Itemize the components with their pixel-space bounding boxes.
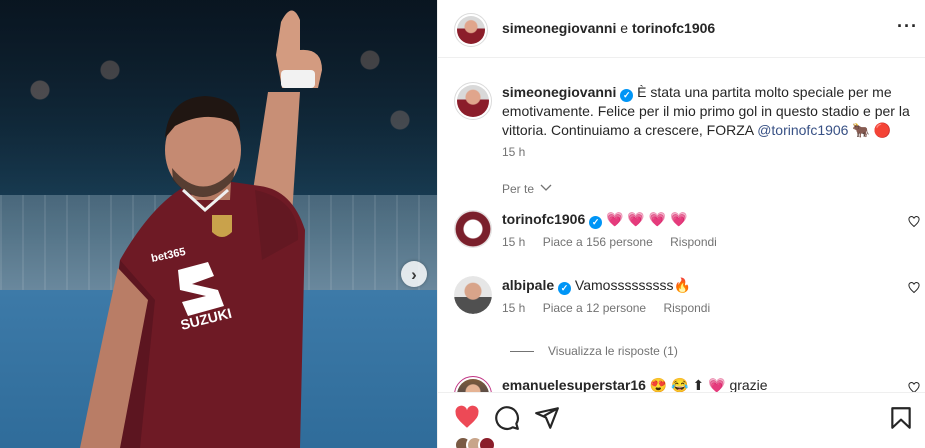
comment-likes[interactable]: Piace a 12 persone	[543, 301, 646, 315]
caption-username[interactable]: simeonegiovanni	[502, 84, 616, 100]
author-conjunction: e	[620, 20, 629, 36]
post-header: simeonegiovanni e torinofc1906 ···	[438, 0, 925, 58]
comment-item: torinofc1906 ✓ 💗 💗 💗 💗 15 h Piace a 156 …	[438, 210, 925, 270]
comment-username[interactable]: albipale	[502, 277, 554, 293]
comment-body: Vamosssssssss🔥	[574, 277, 691, 293]
comment-likes[interactable]: Piace a 156 persone	[543, 235, 653, 249]
save-bookmark-icon[interactable]	[888, 405, 914, 431]
commenter-avatar[interactable]	[454, 376, 492, 392]
caption-time[interactable]: 15 h	[502, 145, 525, 159]
comment-item: emanuelesuperstar16 😍 😂 ⬆ 💗 grazie	[438, 376, 925, 392]
caption-mention[interactable]: @torinofc1906	[757, 122, 848, 138]
comment-icon[interactable]	[494, 405, 520, 431]
heart-outline-icon[interactable]	[908, 282, 920, 294]
chevron-right-icon: ›	[411, 264, 417, 284]
commenter-avatar[interactable]	[454, 276, 492, 314]
liker-avatar	[478, 436, 496, 448]
verified-badge-icon: ✓	[558, 282, 572, 295]
heart-outline-icon[interactable]	[908, 216, 920, 228]
view-replies-button[interactable]: Visualizza le risposte (1)	[510, 344, 678, 358]
share-icon[interactable]	[534, 405, 560, 431]
comment-body: 😍 😂 ⬆ 💗 grazie	[649, 377, 768, 392]
author-avatar[interactable]	[454, 13, 488, 47]
caption-emoji: 🐂 🔴	[852, 122, 892, 138]
comment-time[interactable]: 15 h	[502, 301, 525, 315]
replies-divider	[510, 351, 534, 353]
caption-text: simeonegiovanni ✓ È stata una partita mo…	[502, 83, 910, 140]
reply-button[interactable]: Rispondi	[670, 235, 717, 249]
comments-area[interactable]: simeonegiovanni ✓ È stata una partita mo…	[438, 58, 925, 392]
heart-outline-icon[interactable]	[908, 382, 920, 392]
view-replies-label: Visualizza le risposte (1)	[548, 344, 678, 358]
comment-username[interactable]: torinofc1906	[502, 211, 585, 227]
commenter-avatar[interactable]	[454, 210, 492, 248]
post-actions-bar	[438, 392, 925, 448]
reply-button[interactable]: Rispondi	[663, 301, 710, 315]
likers-avatars[interactable]	[454, 436, 496, 448]
more-options-icon[interactable]: ···	[897, 17, 918, 35]
comment-time[interactable]: 15 h	[502, 235, 525, 249]
next-image-button[interactable]: ›	[401, 261, 427, 287]
see-translation-button[interactable]: Per te	[502, 182, 552, 196]
caption-avatar[interactable]	[454, 82, 492, 120]
author-username[interactable]: simeonegiovanni	[502, 20, 616, 36]
comment-meta: 15 h Piace a 156 persone Rispondi	[502, 235, 731, 249]
comment-text: emanuelesuperstar16 😍 😂 ⬆ 💗 grazie	[502, 376, 768, 392]
coauthor-username[interactable]: torinofc1906	[632, 20, 715, 36]
verified-badge-icon: ✓	[589, 216, 603, 229]
comment-username[interactable]: emanuelesuperstar16	[502, 377, 646, 392]
comment-body: 💗 💗 💗 💗	[606, 211, 688, 227]
comment-text: albipale ✓ Vamosssssssss🔥	[502, 276, 691, 295]
comment-item: albipale ✓ Vamosssssssss🔥 15 h Piace a 1…	[438, 276, 925, 336]
post-authors: simeonegiovanni e torinofc1906	[502, 20, 715, 36]
comment-meta: 15 h Piace a 12 persone Rispondi	[502, 301, 724, 315]
post-image[interactable]: bet365 SUZUKI ›	[0, 0, 437, 448]
post-side-panel: simeonegiovanni e torinofc1906 ··· simeo…	[437, 0, 925, 448]
comment-text: torinofc1906 ✓ 💗 💗 💗 💗	[502, 210, 687, 229]
verified-badge-icon: ✓	[620, 89, 634, 102]
translate-label: Per te	[502, 182, 535, 196]
like-heart-filled-icon[interactable]	[454, 405, 480, 431]
chevron-down-icon	[540, 184, 552, 191]
player-figure: bet365 SUZUKI	[80, 10, 322, 448]
